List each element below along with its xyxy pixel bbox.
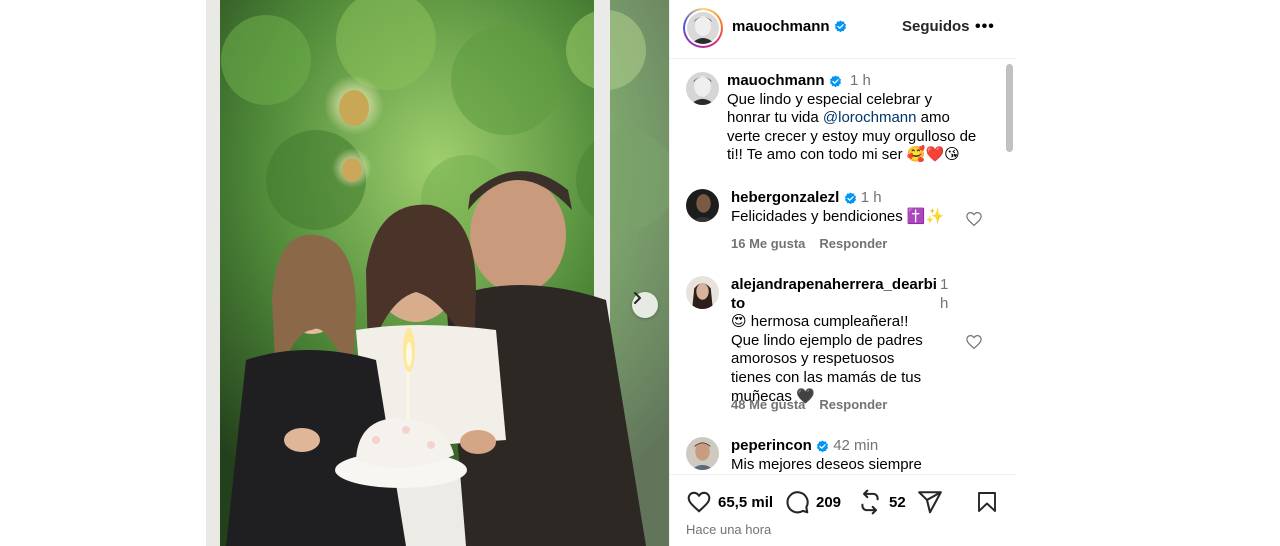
scrollbar-thumb[interactable] bbox=[1006, 64, 1013, 152]
verified-badge-icon bbox=[829, 74, 841, 87]
caption-body: mauochmann 1 h Que lindo y especial cele… bbox=[727, 72, 977, 165]
repost-icon bbox=[861, 489, 879, 515]
avatar[interactable] bbox=[686, 189, 719, 222]
post-header: mauochmann Seguidos ••• bbox=[670, 0, 1016, 59]
reply-button[interactable]: Responder bbox=[819, 397, 887, 412]
comment-time: 42 min bbox=[833, 437, 879, 454]
author-avatar[interactable] bbox=[683, 8, 723, 48]
comment-username-continued[interactable]: to bbox=[731, 295, 745, 312]
next-photo-button[interactable] bbox=[632, 292, 658, 318]
post-photo bbox=[206, 0, 669, 546]
comments-scrollbar[interactable] bbox=[1004, 60, 1014, 473]
author-avatar-image bbox=[687, 12, 719, 44]
chevron-right-icon bbox=[634, 292, 641, 304]
comments-list[interactable]: mauochmann 1 h Que lindo y especial cele… bbox=[670, 60, 1016, 473]
caption-time: 1 h bbox=[850, 72, 871, 89]
comment-time-continued: h bbox=[940, 295, 949, 312]
avatar-image bbox=[686, 276, 719, 309]
comment-body: hebergonzalezl 1 h Felicidades y bendici… bbox=[731, 189, 981, 226]
post-panel: mauochmann Seguidos ••• mauochmann 1 h Q… bbox=[669, 0, 1016, 546]
comment-button[interactable]: 209 bbox=[784, 489, 841, 515]
author-username-row: mauochmann bbox=[732, 18, 847, 35]
comment-time: 1 bbox=[940, 276, 949, 293]
comment-time: 1 h bbox=[860, 189, 882, 206]
post-timestamp[interactable]: Hace una hora bbox=[686, 522, 771, 537]
like-comment-heart-icon[interactable] bbox=[965, 210, 983, 228]
comment-text: Mis mejores deseos siempre bbox=[731, 455, 922, 473]
comment-body: alejandrapenaherrera_dearbi to 😍 hermosa… bbox=[731, 276, 937, 406]
repost-button[interactable]: 52 bbox=[857, 489, 906, 515]
following-button[interactable]: Seguidos bbox=[902, 18, 970, 35]
comment-meta: 16 Me gusta Responder bbox=[731, 236, 887, 251]
reposts-count: 52 bbox=[889, 493, 906, 511]
avatar[interactable] bbox=[686, 276, 719, 309]
comment-username[interactable]: alejandrapenaherrera_dearbi bbox=[731, 276, 937, 293]
heart-icon bbox=[687, 491, 711, 513]
caption-username[interactable]: mauochmann bbox=[727, 72, 825, 89]
save-button[interactable] bbox=[975, 489, 999, 515]
verified-badge-icon bbox=[844, 191, 856, 204]
like-comment-heart-icon[interactable] bbox=[965, 333, 983, 351]
comment-likes[interactable]: 48 Me gusta bbox=[731, 397, 805, 412]
share-icon bbox=[918, 491, 942, 514]
share-button[interactable] bbox=[917, 489, 943, 515]
save-icon bbox=[978, 492, 996, 512]
avatar-image bbox=[686, 189, 719, 222]
comment-text: Felicidades y bendiciones ✝️✨ bbox=[731, 207, 945, 225]
comment-username[interactable]: peperincon bbox=[731, 437, 812, 454]
author-username[interactable]: mauochmann bbox=[732, 18, 830, 35]
comment-body: peperincon 42 min Mis mejores deseos sie… bbox=[731, 437, 981, 473]
post-actions: 65,5 mil 209 52 Hace una hora bbox=[670, 474, 1016, 546]
comment-username[interactable]: hebergonzalezl bbox=[731, 189, 839, 206]
comment-meta: 48 Me gusta Responder bbox=[731, 397, 887, 412]
like-button[interactable]: 65,5 mil bbox=[686, 489, 773, 515]
avatar-image bbox=[686, 437, 719, 470]
photo-illustration bbox=[206, 0, 669, 546]
avatar[interactable] bbox=[686, 437, 719, 470]
likes-count: 65,5 mil bbox=[718, 493, 774, 511]
comment-likes[interactable]: 16 Me gusta bbox=[731, 236, 805, 251]
verified-badge-icon bbox=[834, 20, 846, 33]
verified-badge-icon bbox=[816, 439, 829, 452]
comment-icon bbox=[786, 491, 809, 514]
reply-button[interactable]: Responder bbox=[819, 236, 887, 251]
comment-text: 😍 hermosa cumpleañera!! Que lindo ejempl… bbox=[731, 313, 923, 405]
caption-mention-link[interactable]: @lorochmann bbox=[823, 109, 917, 126]
more-icon[interactable]: ••• bbox=[975, 18, 995, 36]
avatar[interactable] bbox=[686, 72, 719, 105]
avatar-image bbox=[686, 72, 719, 105]
comments-count: 209 bbox=[816, 493, 842, 511]
instagram-post: mauochmann Seguidos ••• mauochmann 1 h Q… bbox=[206, 0, 1016, 546]
